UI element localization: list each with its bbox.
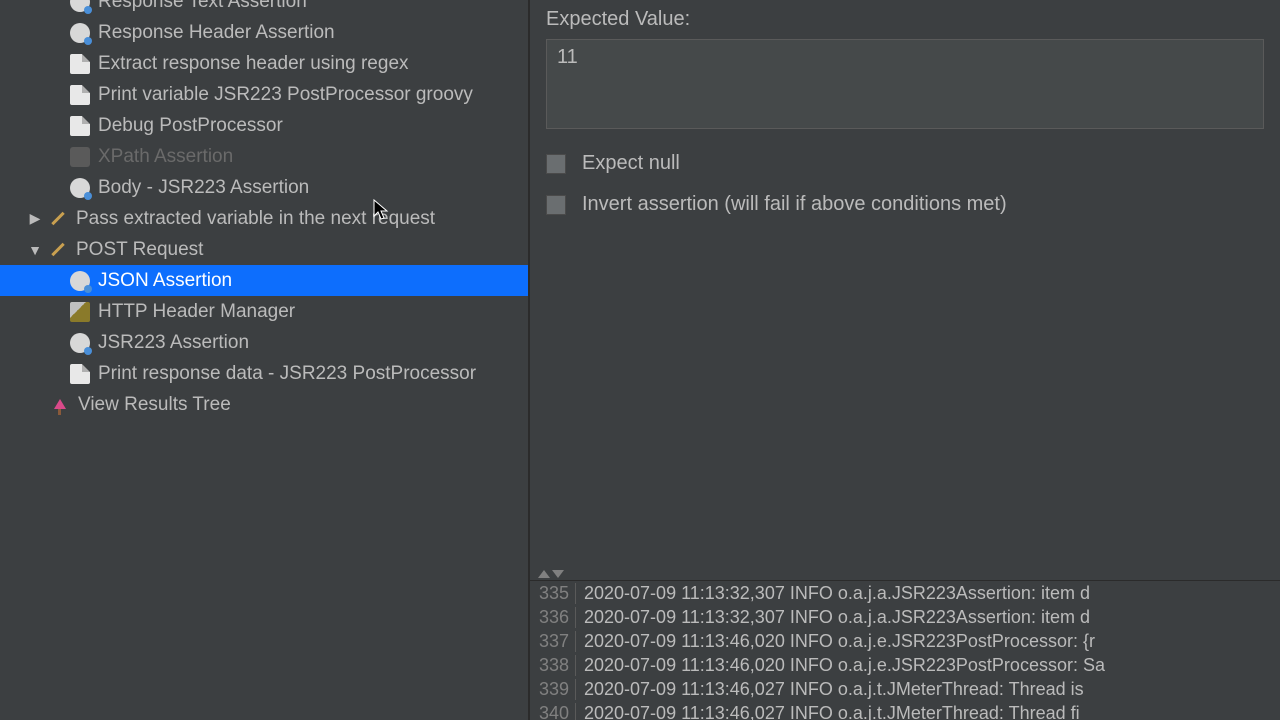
log-line-text: 2020-07-09 11:13:46,027 INFO o.a.j.t.JMe…: [576, 679, 1084, 700]
tree-item-label: XPath Assertion: [98, 146, 233, 168]
pen-icon: [48, 209, 68, 229]
tree-item-view-results-tree[interactable]: View Results Tree: [0, 389, 528, 420]
tree-item-label: HTTP Header Manager: [98, 301, 295, 323]
tree-item-xpath-assertion[interactable]: XPath Assertion: [0, 141, 528, 172]
tree-item-extract-response-header-using-[interactable]: Extract response header using regex: [0, 48, 528, 79]
tree-item-label: Pass extracted variable in the next requ…: [76, 208, 435, 230]
log-line-number: 337: [530, 631, 576, 652]
tree-item-pass-extracted-variable-in-the[interactable]: ▶ Pass extracted variable in the next req…: [0, 203, 528, 234]
expand-icon[interactable]: ▶: [26, 210, 44, 228]
assert-disabled-icon: [70, 147, 90, 167]
paper-icon: [70, 116, 90, 136]
tree-item-debug-postprocessor[interactable]: Debug PostProcessor: [0, 110, 528, 141]
expected-value-input[interactable]: [546, 39, 1264, 129]
tree-item-label: Debug PostProcessor: [98, 115, 283, 137]
tree-item-label: Print variable JSR223 PostProcessor groo…: [98, 84, 473, 106]
log-panel: 3352020-07-09 11:13:32,307 INFO o.a.j.a.…: [530, 580, 1280, 720]
right-panel: Expected Value: Expect null Invert asser…: [530, 0, 1280, 720]
expect-null-label: Expect null: [582, 152, 680, 175]
tree-item-label: View Results Tree: [78, 394, 231, 416]
assert-icon: [70, 0, 90, 12]
log-line-text: 2020-07-09 11:13:46,027 INFO o.a.j.t.JMe…: [576, 703, 1080, 720]
log-line-number: 339: [530, 679, 576, 700]
tree-item-label: Response Header Assertion: [98, 22, 335, 44]
log-line: 3402020-07-09 11:13:46,027 INFO o.a.j.t.…: [530, 701, 1280, 720]
invert-assertion-label: Invert assertion (will fail if above con…: [582, 193, 1007, 216]
log-line-text: 2020-07-09 11:13:32,307 INFO o.a.j.a.JSR…: [576, 583, 1090, 604]
tree-item-http-header-manager[interactable]: HTTP Header Manager: [0, 296, 528, 327]
log-line-number: 338: [530, 655, 576, 676]
tree-item-label: JSON Assertion: [98, 270, 232, 292]
tree-item-body-jsr223-assertion[interactable]: Body - JSR223 Assertion: [0, 172, 528, 203]
assert-icon: [70, 333, 90, 353]
log-line-number: 336: [530, 607, 576, 628]
collapse-up-icon: [538, 570, 550, 578]
expected-value-label: Expected Value:: [546, 8, 1264, 31]
log-line: 3352020-07-09 11:13:32,307 INFO o.a.j.a.…: [530, 581, 1280, 605]
tree-panel: Response Text Assertion Response Header A…: [0, 0, 530, 720]
tree-item-json-assertion[interactable]: JSON Assertion: [0, 265, 528, 296]
log-line-text: 2020-07-09 11:13:46,020 INFO o.a.j.e.JSR…: [576, 655, 1105, 676]
log-line: 3362020-07-09 11:13:32,307 INFO o.a.j.a.…: [530, 605, 1280, 629]
tree-item-print-variable-jsr223-postproc[interactable]: Print variable JSR223 PostProcessor groo…: [0, 79, 528, 110]
horizontal-splitter[interactable]: [530, 568, 1280, 580]
paper-icon: [70, 85, 90, 105]
log-line: 3392020-07-09 11:13:46,027 INFO o.a.j.t.…: [530, 677, 1280, 701]
expect-null-checkbox[interactable]: [546, 154, 566, 174]
tree-item-label: JSR223 Assertion: [98, 332, 249, 354]
log-line: 3382020-07-09 11:13:46,020 INFO o.a.j.e.…: [530, 653, 1280, 677]
wrench-icon: [70, 302, 90, 322]
tree-item-print-response-data-jsr223-pos[interactable]: Print response data - JSR223 PostProcess…: [0, 358, 528, 389]
tree-item-label: Print response data - JSR223 PostProcess…: [98, 363, 476, 385]
tree-item-response-text-assertion[interactable]: Response Text Assertion: [0, 0, 528, 17]
tree-item-post-request[interactable]: ▼ POST Request: [0, 234, 528, 265]
paper-icon: [70, 54, 90, 74]
tree-item-jsr223-assertion[interactable]: JSR223 Assertion: [0, 327, 528, 358]
paper-icon: [70, 364, 90, 384]
log-line: 3372020-07-09 11:13:46,020 INFO o.a.j.e.…: [530, 629, 1280, 653]
assert-icon: [70, 178, 90, 198]
invert-assertion-checkbox[interactable]: [546, 195, 566, 215]
log-line-text: 2020-07-09 11:13:32,307 INFO o.a.j.a.JSR…: [576, 607, 1090, 628]
assert-icon: [70, 271, 90, 291]
tree-icon: [50, 395, 70, 415]
config-area: Expected Value: Expect null Invert asser…: [530, 0, 1280, 568]
tree-item-response-header-assertion[interactable]: Response Header Assertion: [0, 17, 528, 48]
assert-icon: [70, 23, 90, 43]
log-line-number: 335: [530, 583, 576, 604]
log-line-number: 340: [530, 703, 576, 720]
tree-item-label: POST Request: [76, 239, 203, 261]
collapse-icon[interactable]: ▼: [26, 241, 44, 259]
tree-item-label: Response Text Assertion: [98, 0, 307, 13]
collapse-down-icon: [552, 570, 564, 578]
tree-item-label: Extract response header using regex: [98, 53, 409, 75]
pen-icon: [48, 240, 68, 260]
log-line-text: 2020-07-09 11:13:46,020 INFO o.a.j.e.JSR…: [576, 631, 1095, 652]
tree-item-label: Body - JSR223 Assertion: [98, 177, 309, 199]
